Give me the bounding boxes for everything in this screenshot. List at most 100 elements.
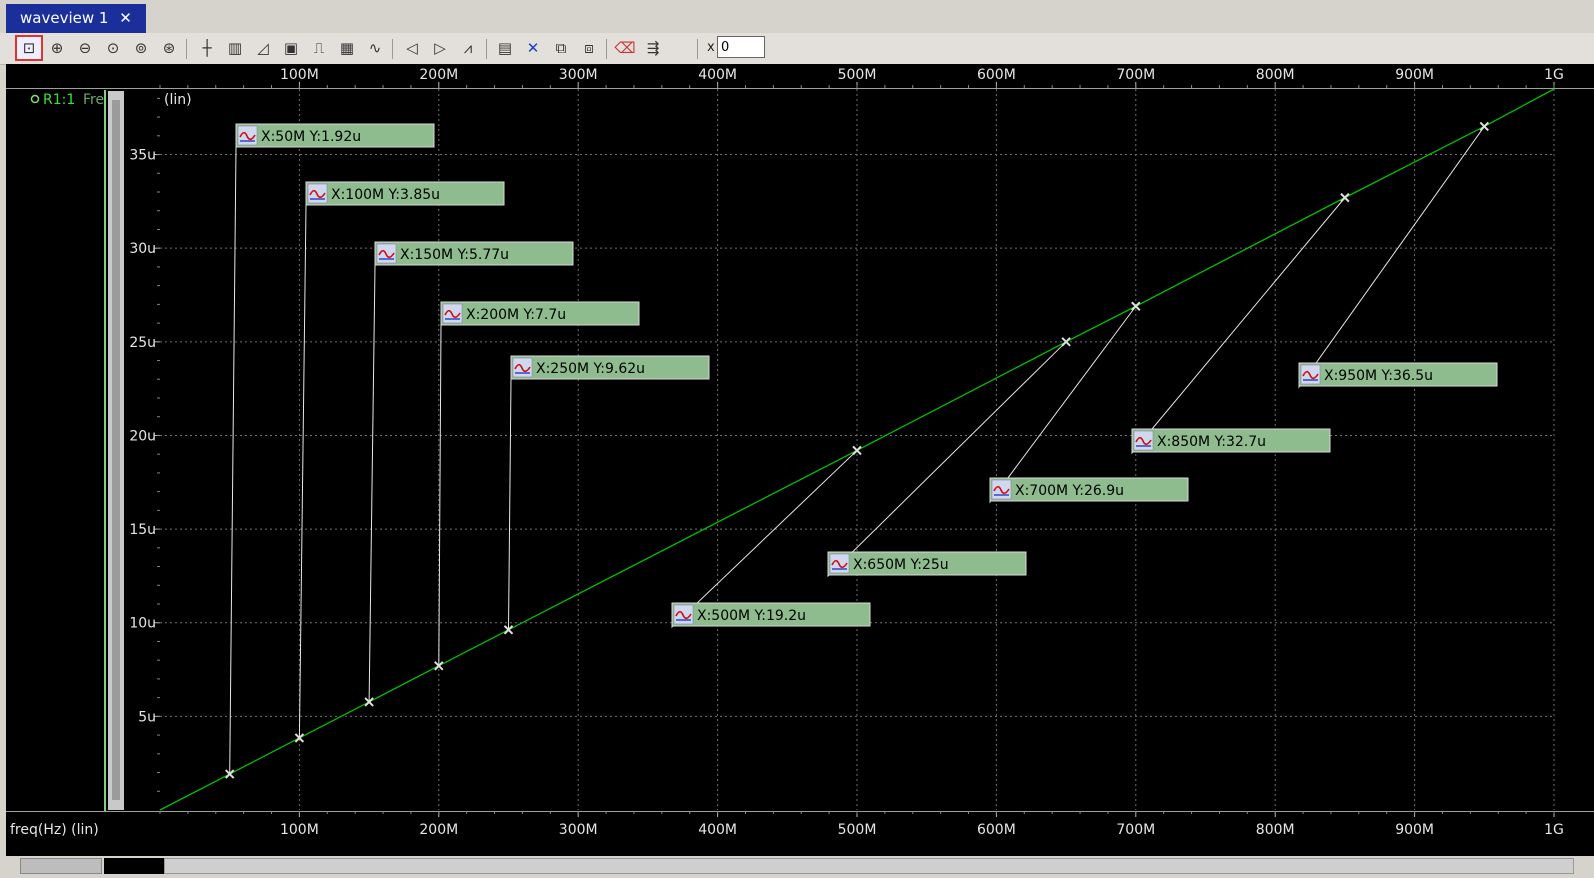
marker-label-text: X:500M Y:19.2u	[697, 608, 806, 624]
zoom-y-icon[interactable]: ⊛	[157, 37, 181, 59]
tab-bar: waveview 1 ✕	[0, 0, 1594, 34]
copy-icon[interactable]: ⧉	[549, 37, 573, 59]
marker-label: X:850M Y:32.7u	[1131, 428, 1331, 453]
scroll-track[interactable]	[164, 858, 1574, 874]
y-scale-label: (lin)	[164, 92, 192, 108]
close-icon[interactable]: ✕	[119, 9, 132, 27]
zoom-out-icon[interactable]: ⊖	[73, 37, 97, 59]
delete-icon[interactable]: ✕	[521, 37, 545, 59]
x-axis-footer: freq(Hz) (lin)	[10, 822, 99, 838]
label-icon[interactable]: ▣	[279, 37, 303, 59]
marker-label: X:650M Y:25u	[827, 551, 1027, 576]
x-tick-label-bottom: 400M	[698, 822, 737, 838]
x-value-input[interactable]	[717, 36, 765, 58]
marker-leader	[671, 450, 858, 629]
zoom-x-icon[interactable]: ⊚	[129, 37, 153, 59]
marker-label-text: X:250M Y:9.62u	[536, 361, 645, 377]
marker-point	[1340, 192, 1350, 203]
bar-cursor-icon[interactable]: ▥	[223, 37, 247, 59]
marker-leader	[1131, 197, 1346, 455]
separator	[186, 39, 187, 59]
marker-point	[1479, 121, 1490, 132]
x-tick-label-top: 100M	[280, 67, 319, 83]
x-tick-label-top: 300M	[559, 67, 598, 83]
pulse-icon[interactable]: ⎍	[307, 37, 331, 59]
x-field-label: x	[707, 40, 715, 55]
marker-leader	[298, 182, 307, 738]
top-ruler-border	[6, 88, 1594, 89]
waveform-frame: R1:1 Fre (lin) freq(Hz) (lin) 100M 100M 20…	[6, 64, 1594, 856]
fit-icon[interactable]: ▤	[493, 37, 517, 59]
marker-label: X:150M Y:5.77u	[374, 241, 574, 266]
x-tick-label-bottom: 700M	[1116, 822, 1155, 838]
separator	[606, 39, 607, 59]
x-tick-label-top: 500M	[838, 67, 877, 83]
vertical-scroll-thumb[interactable]	[112, 100, 120, 800]
paste-icon[interactable]: ⧈	[577, 37, 601, 59]
marker-label-text: X:650M Y:25u	[853, 557, 949, 573]
x-tick-label-bottom: 800M	[1256, 822, 1295, 838]
x-tick-label-bottom: 1G	[1544, 822, 1564, 838]
grid-icon[interactable]: ▦	[335, 37, 359, 59]
marker-point	[1061, 337, 1071, 347]
y-tick-label: 10u	[129, 616, 156, 632]
y-tick-label: 15u	[129, 522, 156, 538]
x-tick-label-bottom: 200M	[419, 822, 458, 838]
cursor-icon[interactable]: ┼	[195, 37, 219, 59]
marker-label: X:950M Y:36.5u	[1298, 362, 1498, 387]
zoom-in-icon[interactable]: ⊕	[45, 37, 69, 59]
y-tick-label: 20u	[129, 428, 156, 444]
left-scroll-region[interactable]	[20, 858, 102, 874]
marker-labels: X:50M Y:1.92u X:100M Y:3.85u X:150M Y:5.77…	[235, 123, 1498, 627]
marker-label-text: X:700M Y:26.9u	[1015, 483, 1124, 499]
tab-title: waveview 1	[20, 9, 109, 27]
marker-leader	[438, 302, 442, 666]
x-tick-label-top: 400M	[698, 67, 737, 83]
x-tick-label-bottom: 900M	[1395, 822, 1434, 838]
separator	[697, 39, 698, 59]
marker-leader	[989, 305, 1137, 504]
marker-leader	[1298, 126, 1485, 389]
marker-label: X:200M Y:7.7u	[440, 301, 640, 326]
y-tick-label: 30u	[129, 241, 156, 257]
horizontal-scrollbar[interactable]	[0, 856, 1594, 878]
x-tick-label-bottom: 500M	[838, 822, 877, 838]
x-tick-label-top: 1G	[1544, 67, 1564, 83]
x-tick-label-top: 600M	[977, 67, 1016, 83]
export-icon[interactable]: ⇶	[641, 37, 665, 59]
wave-icon[interactable]: ∿	[363, 37, 387, 59]
marker-icon[interactable]: ⩘	[456, 37, 480, 59]
x-tick-label-top: 700M	[1116, 67, 1155, 83]
scroll-thumb[interactable]	[104, 858, 164, 874]
marker-label-text: X:100M Y:3.85u	[331, 187, 440, 203]
signal-label[interactable]: R1:1	[43, 92, 75, 108]
x-tick-label-bottom: 100M	[280, 822, 319, 838]
x-tick-label-bottom: 300M	[559, 822, 598, 838]
marker-label: X:700M Y:26.9u	[989, 477, 1189, 502]
zoom-box-icon[interactable]: ⊙	[101, 37, 125, 59]
marker-label-text: X:850M Y:32.7u	[1157, 434, 1266, 450]
x-tick-label-top: 800M	[1256, 67, 1295, 83]
signal-visible-icon[interactable]	[30, 94, 40, 104]
marker-label-text: X:50M Y:1.92u	[261, 129, 361, 145]
marker-label-text: X:950M Y:36.5u	[1324, 368, 1433, 384]
marker-label-text: X:200M Y:7.7u	[466, 307, 566, 323]
bottom-ruler-border	[6, 811, 1594, 812]
panel-divider	[104, 90, 106, 811]
tab-waveview[interactable]: waveview 1 ✕	[6, 4, 146, 33]
next-icon[interactable]: ▷	[428, 37, 452, 59]
signal-name: Fre	[83, 92, 104, 108]
waveform-plot[interactable]: R1:1 Fre (lin) freq(Hz) (lin) 100M 100M 20…	[6, 64, 1594, 856]
measure-icon[interactable]: ◿	[251, 37, 275, 59]
marker-leader	[229, 124, 237, 775]
prev-icon[interactable]: ◁	[400, 37, 424, 59]
marker-label: X:250M Y:9.62u	[510, 355, 710, 380]
marker-leader	[508, 356, 512, 630]
separator	[392, 39, 393, 59]
marker-leader	[827, 341, 1067, 578]
toolbar: ⊡ ⊕ ⊖ ⊙ ⊚ ⊛ ┼ ▥ ◿ ▣ ⎍ ▦ ∿ ◁ ▷ ⩘ ▤ ✕ ⧉ ⧈ …	[0, 33, 1594, 65]
eraser-icon[interactable]: ⌫	[613, 37, 637, 59]
x-tick-label-top: 200M	[419, 67, 458, 83]
zoom-fit-icon[interactable]: ⊡	[15, 35, 43, 61]
marker-label: X:50M Y:1.92u	[235, 123, 435, 148]
